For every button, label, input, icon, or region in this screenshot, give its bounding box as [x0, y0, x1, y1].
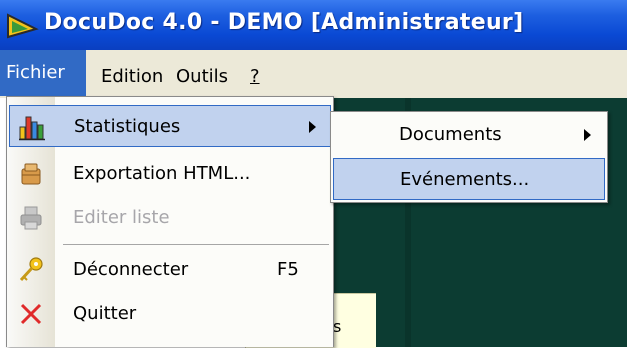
menu-edition[interactable]: Edition — [101, 62, 163, 92]
menu-bar: Fichier Edition Outils ? — [0, 50, 627, 98]
window-title: DocuDoc 4.0 - DEMO [Administrateur] — [44, 10, 524, 35]
red-x-close-icon — [20, 303, 42, 325]
menu-outils[interactable]: Outils — [176, 62, 228, 92]
statistiques-submenu: Documents Evénements... — [330, 111, 608, 203]
menu-fichier[interactable]: Fichier — [0, 50, 86, 96]
menu-item-exportation-html[interactable]: Exportation HTML... — [9, 153, 331, 195]
submenu-arrow-icon — [309, 121, 316, 133]
menu-item-label: Editer liste — [73, 207, 170, 228]
menu-item-label: Déconnecter — [73, 259, 189, 280]
submenu-item-label: Documents — [399, 124, 502, 145]
submenu-item-label: Evénements... — [400, 169, 530, 190]
menu-item-label: Statistiques — [74, 116, 181, 137]
info-box-text-fragment: s — [333, 317, 342, 336]
package-export-icon — [21, 163, 41, 185]
submenu-arrow-icon — [584, 129, 591, 141]
chart-bars-icon — [19, 116, 45, 141]
menu-item-shortcut: F5 — [277, 259, 299, 280]
submenu-item-evenements[interactable]: Evénements... — [333, 158, 605, 200]
menu-help[interactable]: ? — [250, 62, 260, 92]
menu-item-statistiques[interactable]: Statistiques — [9, 105, 331, 147]
title-bar: DocuDoc 4.0 - DEMO [Administrateur] — [0, 0, 627, 50]
print-list-icon — [20, 206, 42, 230]
menu-item-deconnecter[interactable]: Déconnecter F5 — [9, 249, 331, 291]
docudoc-logo-icon — [7, 13, 39, 39]
menu-item-label: Exportation HTML... — [73, 163, 251, 184]
menu-item-quitter[interactable]: Quitter — [9, 293, 331, 335]
key-icon — [19, 257, 43, 282]
menu-item-editer-liste[interactable]: Editer liste — [9, 197, 331, 239]
fichier-dropdown-menu: Statistiques Exportation HTML... Editer … — [6, 96, 334, 347]
menu-separator — [63, 244, 329, 245]
menu-item-label: Quitter — [73, 303, 137, 324]
submenu-item-documents[interactable]: Documents — [333, 114, 605, 156]
